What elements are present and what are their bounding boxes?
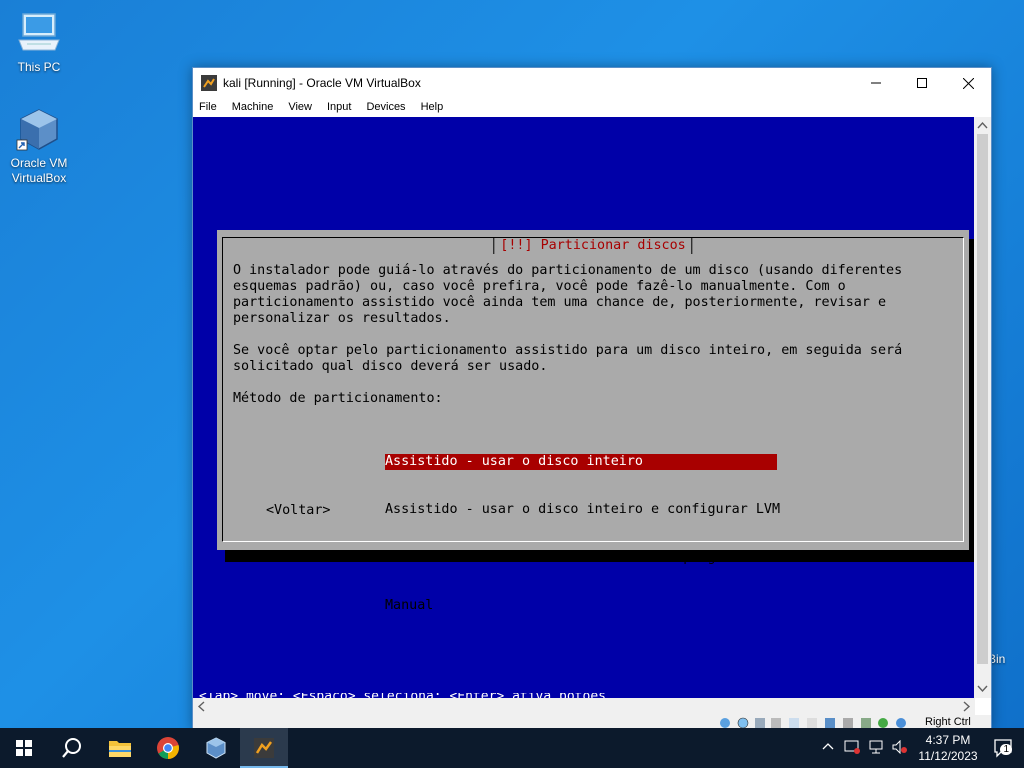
show-hidden-icons-button[interactable] xyxy=(816,741,840,756)
notification-count: 1 xyxy=(1000,744,1012,755)
taskbar-virtualbox[interactable] xyxy=(192,728,240,768)
window-titlebar[interactable]: kali [Running] - Oracle VM VirtualBox xyxy=(193,68,991,98)
window-title: kali [Running] - Oracle VM VirtualBox xyxy=(223,76,421,90)
computer-icon xyxy=(15,10,63,58)
minimize-button[interactable] xyxy=(853,68,899,98)
menu-view[interactable]: View xyxy=(288,101,312,113)
network-tray-icon[interactable] xyxy=(864,740,888,757)
menu-devices[interactable]: Devices xyxy=(366,101,405,113)
desktop-icon-label: This PC xyxy=(17,60,61,74)
scroll-arrows-icon xyxy=(197,701,971,712)
menu-help[interactable]: Help xyxy=(421,101,444,113)
dialog-title: [!!] Particionar discos xyxy=(493,238,693,254)
desktop-icon-virtualbox[interactable]: Oracle VM VirtualBox xyxy=(1,106,77,186)
desktop-icon-this-pc[interactable]: This PC xyxy=(1,10,77,75)
scroll-arrows-icon xyxy=(977,121,988,693)
menu-bar: File Machine View Input Devices Help xyxy=(193,98,991,116)
taskbar-kali-vm[interactable] xyxy=(240,728,288,768)
kali-vm-icon xyxy=(254,738,274,758)
vertical-scrollbar[interactable] xyxy=(974,117,991,698)
network-icon xyxy=(869,740,883,753)
option-guided-entire-disk[interactable]: Assistido - usar o disco inteiro xyxy=(385,454,777,470)
taskbar-chrome[interactable] xyxy=(144,728,192,768)
dialog-description: O instalador pode guiá-lo através do par… xyxy=(233,263,903,406)
virtualbox-icon xyxy=(206,737,226,759)
horizontal-scrollbar[interactable] xyxy=(193,698,975,715)
clock-date: 11/12/2023 xyxy=(918,749,978,763)
search-icon xyxy=(62,738,81,758)
minimize-icon xyxy=(871,82,881,84)
clock-time: 4:37 PM xyxy=(925,733,971,747)
menu-machine[interactable]: Machine xyxy=(232,101,274,113)
vm-display[interactable]: [!!] Particionar discos O instalador pod… xyxy=(193,117,975,698)
partition-dialog: [!!] Particionar discos O instalador pod… xyxy=(217,230,969,613)
monitor-icon xyxy=(844,740,860,754)
close-icon xyxy=(962,77,974,89)
windows-logo-icon xyxy=(16,740,32,756)
folder-icon xyxy=(109,741,131,757)
virtualbox-vm-window[interactable]: kali [Running] - Oracle VM VirtualBox Fi… xyxy=(192,67,992,730)
desktop-icon-label: Oracle VM VirtualBox xyxy=(10,156,68,185)
maximize-button[interactable] xyxy=(899,68,945,98)
back-button[interactable]: <Voltar> xyxy=(266,503,331,519)
clock[interactable]: 4:37 PM 11/12/2023 xyxy=(912,732,984,764)
partition-method-list: Assistido - usar o disco inteiro Assisti… xyxy=(385,422,780,646)
speaker-muted-icon xyxy=(892,739,907,754)
host-key-label: Right Ctrl xyxy=(925,716,971,728)
kali-vm-icon xyxy=(201,75,217,91)
search-button[interactable] xyxy=(48,728,96,768)
option-manual[interactable]: Manual xyxy=(385,598,777,614)
menu-file[interactable]: File xyxy=(199,101,217,113)
system-tray: 4:37 PM 11/12/2023 1 xyxy=(816,728,1024,768)
chrome-icon xyxy=(157,737,179,759)
volume-tray-icon[interactable] xyxy=(888,739,912,757)
network-adapter-tray-icon[interactable] xyxy=(840,740,864,757)
virtualbox-icon xyxy=(15,106,63,154)
option-guided-lvm[interactable]: Assistido - usar o disco inteiro e confi… xyxy=(385,502,780,518)
maximize-icon xyxy=(917,78,927,88)
close-button[interactable] xyxy=(945,68,991,98)
notifications-button[interactable]: 1 xyxy=(984,738,1024,758)
taskbar-file-explorer[interactable] xyxy=(96,728,144,768)
taskbar: 4:37 PM 11/12/2023 1 xyxy=(0,728,1024,768)
chevron-up-icon xyxy=(822,742,834,749)
menu-input[interactable]: Input xyxy=(327,101,351,113)
start-button[interactable] xyxy=(0,728,48,768)
option-guided-encrypted-lvm[interactable]: Assistido - usar disco todo e LVM cripto… xyxy=(385,550,777,566)
